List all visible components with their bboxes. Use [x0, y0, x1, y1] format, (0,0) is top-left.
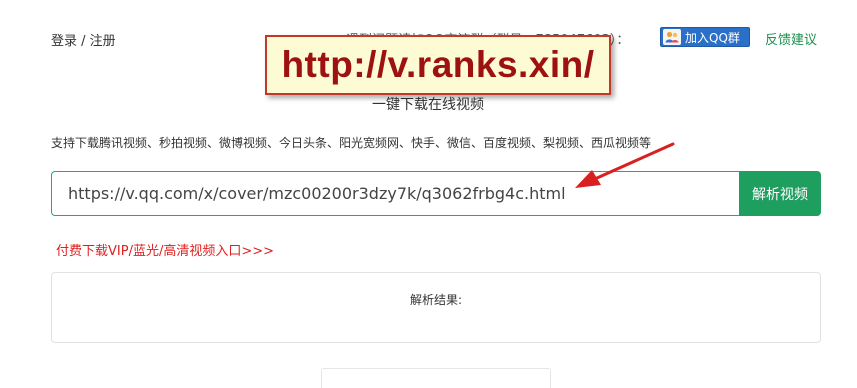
bottom-panel — [321, 368, 551, 388]
result-label: 解析结果: — [409, 293, 463, 307]
page: 登录 / 注册 遇到问题请加QQ交流群（群号：785047603）： 加入QQ群… — [0, 0, 857, 388]
vip-download-link[interactable]: 付费下载VIP/蓝光/高清视频入口>>> — [56, 240, 274, 259]
result-panel: 解析结果: — [51, 272, 821, 343]
